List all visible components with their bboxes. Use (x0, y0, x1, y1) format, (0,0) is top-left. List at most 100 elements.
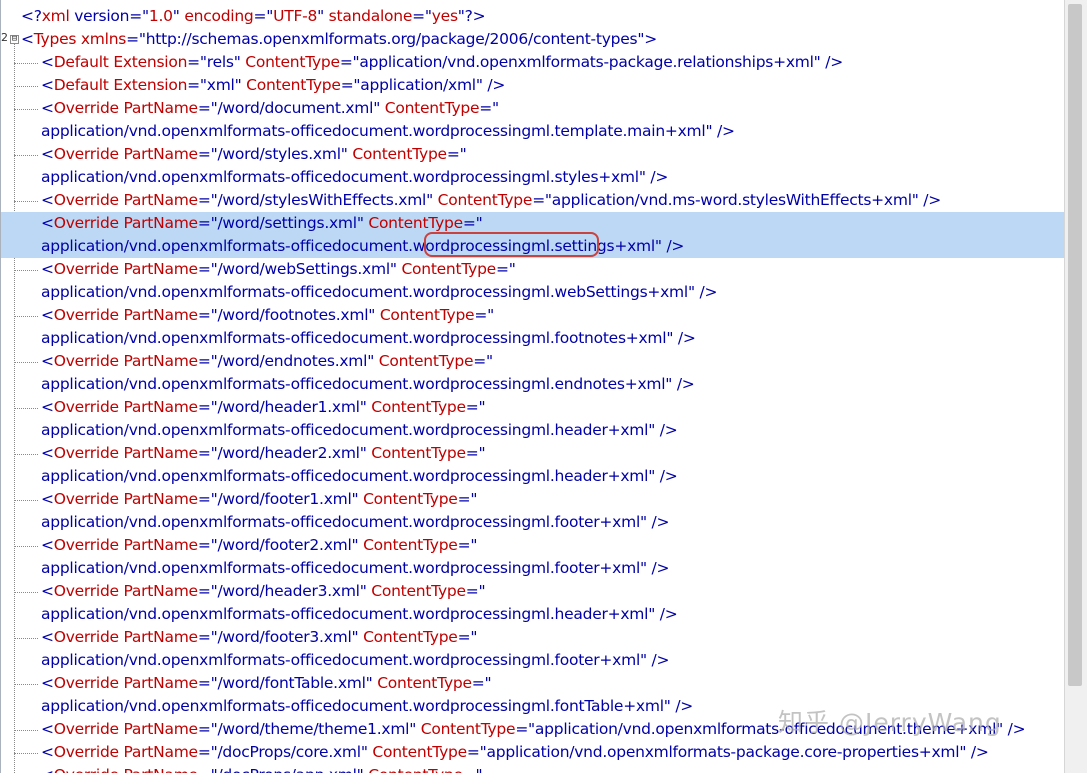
code-line-text: application/vnd.openxmlformats-officedoc… (41, 283, 717, 302)
xml-markup-token: < (41, 191, 54, 209)
xml-name-token: PartName (119, 720, 198, 738)
xml-markup-token: ="application/vnd.ms-word.stylesWithEffe… (532, 191, 941, 209)
code-line[interactable]: <Override PartName="/word/header3.xml" C… (1, 580, 1065, 603)
xml-name-token: Override (54, 720, 119, 738)
code-line-text: application/vnd.openxmlformats-officedoc… (41, 168, 668, 187)
xml-markup-token: ="/word/header3.xml" (198, 582, 367, 600)
xml-name-token: PartName (119, 352, 198, 370)
vertical-scrollbar[interactable] (1064, 0, 1087, 773)
code-line[interactable]: <Default Extension="xml" ContentType="ap… (1, 74, 1065, 97)
xml-markup-token: < (41, 582, 54, 600)
xml-name-token: ContentType (397, 260, 496, 278)
xml-name-token: PartName (119, 214, 198, 232)
code-line-text: <Override PartName="/word/webSettings.xm… (41, 260, 516, 279)
xml-name-token: Override (54, 536, 119, 554)
xml-markup-token: ="/word/header2.xml" (198, 444, 367, 462)
xml-name-token: Extension (109, 53, 188, 71)
xml-markup-token: < (41, 260, 54, 278)
code-line[interactable]: application/vnd.openxmlformats-officedoc… (1, 120, 1065, 143)
code-line[interactable]: <Override PartName="/word/document.xml" … (1, 97, 1065, 120)
code-line[interactable]: application/vnd.openxmlformats-officedoc… (1, 281, 1065, 304)
code-line[interactable]: <Override PartName="/docProps/app.xml" C… (1, 764, 1065, 773)
code-line-text: <Override PartName="/word/header1.xml" C… (41, 398, 485, 417)
code-line[interactable]: <?xml version="1.0" encoding="UTF-8" sta… (1, 5, 1065, 28)
code-line-text: <Override PartName="/word/settings.xml" … (41, 214, 483, 233)
code-line[interactable]: <Override PartName="/word/endnotes.xml" … (1, 350, 1065, 373)
code-line[interactable]: application/vnd.openxmlformats-officedoc… (1, 511, 1065, 534)
code-line[interactable]: <Override PartName="/docProps/core.xml" … (1, 741, 1065, 764)
xml-markup-token: =" (447, 145, 467, 163)
code-line-text: <Override PartName="/word/footnotes.xml"… (41, 306, 494, 325)
code-line[interactable]: <Default Extension="rels" ContentType="a… (1, 51, 1065, 74)
code-line-text: application/vnd.openxmlformats-officedoc… (41, 651, 669, 670)
xml-name-token: ContentType (367, 398, 466, 416)
code-line-text: <Override PartName="/word/styles.xml" Co… (41, 145, 466, 164)
code-line[interactable]: <Override PartName="/word/footer1.xml" C… (1, 488, 1065, 511)
xml-name-token: standalone (324, 7, 412, 25)
xml-name-token: Default (54, 53, 109, 71)
xml-markup-token: ="application/vnd.openxmlformats-package… (340, 53, 843, 71)
code-line[interactable]: <Override PartName="/word/footer2.xml" C… (1, 534, 1065, 557)
xml-markup-token: application/vnd.openxmlformats-officedoc… (41, 513, 669, 531)
highlight-circle-annotation (424, 232, 599, 257)
code-line[interactable]: application/vnd.openxmlformats-officedoc… (1, 465, 1065, 488)
code-line-text: <Override PartName="/word/stylesWithEffe… (41, 191, 941, 210)
code-line[interactable]: <Override PartName="/word/footer3.xml" C… (1, 626, 1065, 649)
code-line-text: application/vnd.openxmlformats-officedoc… (41, 329, 696, 348)
xml-name-token: Override (54, 260, 119, 278)
xml-name-token: ContentType (380, 99, 479, 117)
xml-name-token: ContentType (374, 352, 473, 370)
xml-markup-token: < (41, 743, 54, 761)
xml-markup-token: version (70, 7, 130, 25)
xml-editor[interactable]: <?xml version="1.0" encoding="UTF-8" sta… (0, 0, 1065, 773)
xml-markup-token: application/vnd.openxmlformats-officedoc… (41, 651, 669, 669)
xml-name-token: ContentType (358, 536, 457, 554)
collapse-toggle-icon[interactable]: ⊟ (10, 35, 19, 44)
code-line[interactable]: application/vnd.openxmlformats-officedoc… (1, 419, 1065, 442)
code-line[interactable]: <Override PartName="/word/styles.xml" Co… (1, 143, 1065, 166)
xml-markup-token: ="/word/styles.xml" (198, 145, 348, 163)
code-line[interactable]: application/vnd.openxmlformats-officedoc… (1, 557, 1065, 580)
code-line[interactable]: application/vnd.openxmlformats-officedoc… (1, 649, 1065, 672)
xml-markup-token: application/vnd.openxmlformats-officedoc… (41, 122, 735, 140)
code-line[interactable]: <Override PartName="/word/stylesWithEffe… (1, 189, 1065, 212)
xml-name-token: ContentType (364, 766, 463, 773)
code-line[interactable]: application/vnd.openxmlformats-officedoc… (1, 373, 1065, 396)
code-line[interactable]: application/vnd.openxmlformats-officedoc… (1, 327, 1065, 350)
xml-name-token: ContentType (368, 743, 467, 761)
xml-name-token: Override (54, 490, 119, 508)
line-number: 2 (1, 31, 8, 44)
code-line-text: <?xml version="1.0" encoding="UTF-8" sta… (21, 7, 485, 26)
scrollbar-thumb[interactable] (1068, 4, 1082, 686)
xml-markup-token: application/vnd.openxmlformats-officedoc… (41, 697, 693, 715)
xml-markup-token: < (41, 490, 54, 508)
xml-name-token: ContentType (364, 214, 463, 232)
xml-name-token: ContentType (433, 191, 532, 209)
xml-markup-token: ="/word/footer2.xml" (198, 536, 359, 554)
xml-markup-token: ="/word/settings.xml" (198, 214, 364, 232)
code-line-text: application/vnd.openxmlformats-officedoc… (41, 467, 677, 486)
xml-markup-token: < (41, 99, 54, 117)
code-line[interactable]: application/vnd.openxmlformats-officedoc… (1, 166, 1065, 189)
code-line[interactable]: <Types xmlns="http://schemas.openxmlform… (1, 28, 1065, 51)
code-line-text: <Override PartName="/word/endnotes.xml" … (41, 352, 493, 371)
xml-markup-token: ="/word/endnotes.xml" (198, 352, 374, 370)
code-line[interactable]: <Override PartName="/word/webSettings.xm… (1, 258, 1065, 281)
code-line-text: <Override PartName="/word/header3.xml" C… (41, 582, 485, 601)
xml-markup-token: =" (412, 7, 432, 25)
code-line[interactable]: application/vnd.openxmlformats-officedoc… (1, 603, 1065, 626)
xml-name-token: PartName (119, 582, 198, 600)
code-line[interactable]: <Override PartName="/word/header1.xml" C… (1, 396, 1065, 419)
xml-name-token: ContentType (241, 53, 340, 71)
xml-name-token: Override (54, 352, 119, 370)
xml-name-token: ContentType (373, 674, 472, 692)
xml-name-token: Default (54, 76, 109, 94)
xml-name-token: PartName (119, 260, 198, 278)
xml-markup-token: application/vnd.openxmlformats-officedoc… (41, 283, 717, 301)
xml-markup-token: =" (458, 536, 478, 554)
xml-markup-token: " (173, 7, 180, 25)
xml-markup-token: ="application/xml" /> (341, 76, 505, 94)
code-line[interactable]: <Override PartName="/word/footnotes.xml"… (1, 304, 1065, 327)
code-line[interactable]: <Override PartName="/word/header2.xml" C… (1, 442, 1065, 465)
code-line[interactable]: <Override PartName="/word/fontTable.xml"… (1, 672, 1065, 695)
